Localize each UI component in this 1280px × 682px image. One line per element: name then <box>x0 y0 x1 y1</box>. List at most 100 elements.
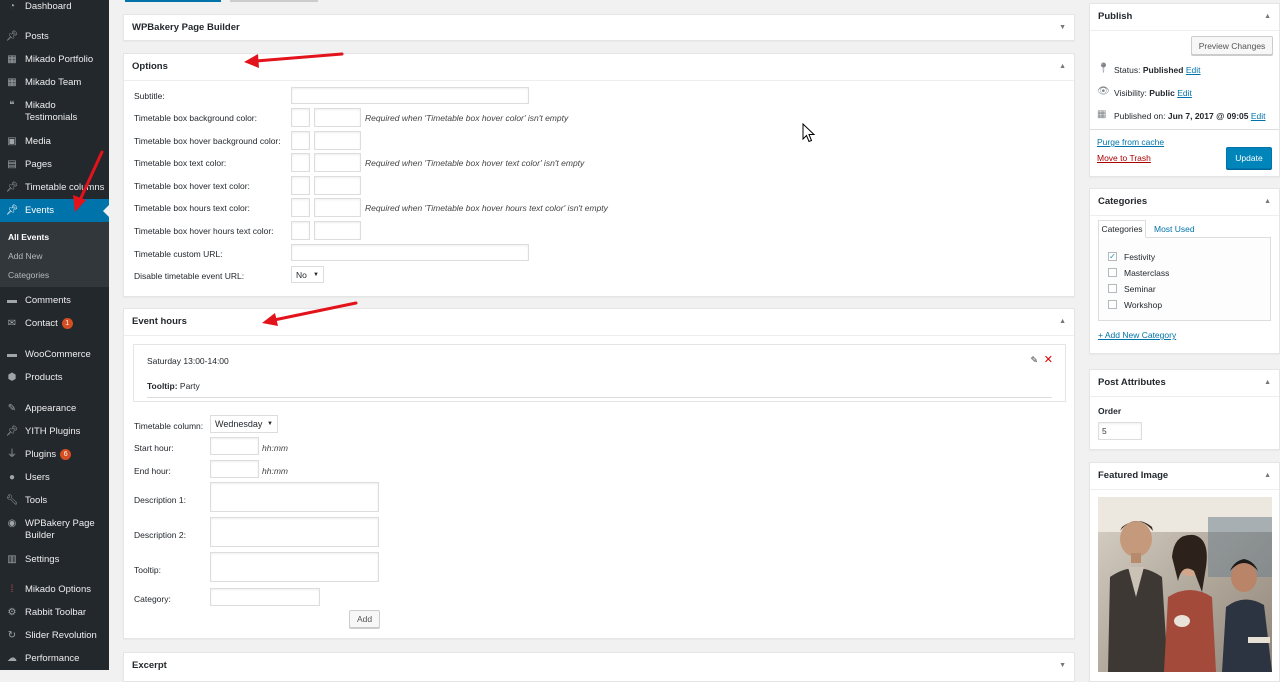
description2-textarea[interactable] <box>210 517 379 547</box>
excerpt-title[interactable]: Excerpt <box>124 653 1074 679</box>
status-label: Status: <box>1114 65 1141 75</box>
bg-color-input[interactable] <box>314 108 361 127</box>
toggle-up-icon[interactable]: ▲ <box>1059 309 1066 335</box>
settings-icon: ▥ <box>7 554 17 565</box>
post-attributes-title[interactable]: Post Attributes <box>1090 370 1279 396</box>
sidebar-item-wpbakery[interactable]: ◉ WPBakery Page Builder <box>0 517 109 543</box>
sidebar-item-performance[interactable]: ☁ Performance <box>0 652 109 666</box>
add-button[interactable]: Add <box>349 610 380 628</box>
toggle-down-icon[interactable]: ▼ <box>1059 15 1066 41</box>
dashboard-icon: ◔ <box>8 0 16 12</box>
sidebar-item-posts[interactable]: 📌︎ Posts <box>0 30 109 44</box>
delete-x-icon[interactable]: ✕ <box>1044 353 1053 366</box>
hours-text-color-swatch[interactable] <box>291 198 310 217</box>
timetable-column-select[interactable]: Wednesday ▼ <box>210 415 278 433</box>
featured-image-title[interactable]: Featured Image <box>1090 463 1279 489</box>
visibility-edit-link[interactable]: Edit <box>1177 88 1192 98</box>
update-button[interactable]: Update <box>1226 147 1272 169</box>
add-new-category-link[interactable]: + Add New Category <box>1098 330 1176 340</box>
text-color-swatch[interactable] <box>291 153 310 172</box>
sidebar-item-rabbit-toolbar[interactable]: ⚙ Rabbit Toolbar <box>0 606 109 620</box>
edit-pencil-icon[interactable]: ✎ <box>1030 355 1038 366</box>
disable-url-select[interactable]: No ▼ <box>291 266 324 283</box>
hover-hours-text-color-input[interactable] <box>314 221 361 240</box>
start-hhmm-hint: hh:mm <box>262 443 288 453</box>
toggle-up-icon[interactable]: ▲ <box>1264 4 1271 30</box>
toggle-up-icon[interactable]: ▲ <box>1264 463 1271 489</box>
sidebar-item-mikado-portfolio[interactable]: ▦ Mikado Portfolio <box>0 53 109 67</box>
hover-bg-color-swatch[interactable] <box>291 131 310 150</box>
description1-textarea[interactable] <box>210 482 379 512</box>
sidebar-item-users[interactable]: ● Users <box>0 471 109 485</box>
hover-bg-color-input[interactable] <box>314 131 361 150</box>
text-color-input[interactable] <box>314 153 361 172</box>
tooltip-label: Tooltip: <box>147 381 178 391</box>
featured-image-thumbnail[interactable] <box>1098 497 1272 672</box>
dropdown-arrow-icon: ▼ <box>313 271 319 278</box>
submenu-categories[interactable]: Categories <box>8 270 49 280</box>
sidebar-item-dashboard[interactable]: ◔ Dashboard <box>0 0 109 13</box>
sidebar-item-media[interactable]: ▣ Media <box>0 135 109 149</box>
publish-title[interactable]: Publish <box>1090 4 1279 30</box>
sidebar-item-slider-revolution[interactable]: ↻ Slider Revolution <box>0 629 109 643</box>
sidebar-item-tools[interactable]: 🔧︎ Tools <box>0 494 109 508</box>
submenu-all-events[interactable]: All Events <box>8 232 49 242</box>
options-box: Options ▲ Subtitle: Timetable box backgr… <box>123 53 1075 297</box>
divider <box>124 335 1074 336</box>
sidebar-item-appearance[interactable]: ✎ Appearance <box>0 402 109 416</box>
categories-title[interactable]: Categories <box>1090 189 1279 215</box>
tab-categories[interactable]: Categories <box>1098 220 1146 238</box>
top-tab-edge <box>230 0 318 2</box>
sidebar-item-mikado-team[interactable]: ▦ Mikado Team <box>0 76 109 90</box>
sidebar-item-yith-plugins[interactable]: 📌︎ YITH Plugins <box>0 425 109 439</box>
sidebar-item-mikado-options[interactable]: ⁞ Mikado Options <box>0 583 109 597</box>
sidebar-item-products[interactable]: ⬢ Products <box>0 371 109 385</box>
custom-url-input[interactable] <box>291 244 529 261</box>
sidebar-item-contact[interactable]: ✉ Contact 1 <box>0 317 109 331</box>
hover-hours-text-color-swatch[interactable] <box>291 221 310 240</box>
plugins-count-badge: 6 <box>60 448 72 460</box>
sidebar-item-comments[interactable]: ▬ Comments <box>0 294 109 308</box>
move-to-trash-link[interactable]: Move to Trash <box>1097 153 1151 163</box>
toggle-up-icon[interactable]: ▲ <box>1264 370 1271 396</box>
wpbakery-title[interactable]: WPBakery Page Builder <box>124 15 1074 41</box>
published-edit-link[interactable]: Edit <box>1251 111 1266 121</box>
hover-text-color-input[interactable] <box>314 176 361 195</box>
status-value: Published <box>1142 65 1184 75</box>
contact-label: Contact <box>25 318 58 329</box>
preview-changes-button[interactable]: Preview Changes <box>1191 36 1273 55</box>
divider <box>1090 396 1279 397</box>
purge-cache-link[interactable]: Purge from cache <box>1097 137 1164 147</box>
bg-color-swatch[interactable] <box>291 108 310 127</box>
toggle-up-icon[interactable]: ▲ <box>1059 54 1066 80</box>
tab-most-used[interactable]: Most Used <box>1154 224 1195 234</box>
start-hour-input[interactable] <box>210 437 259 455</box>
toggle-up-icon[interactable]: ▲ <box>1264 189 1271 215</box>
category-input[interactable] <box>210 588 320 606</box>
hours-text-color-input[interactable] <box>314 198 361 217</box>
bg-color-hint: Required when 'Timetable box hover color… <box>365 113 569 123</box>
custom-url-label: Timetable custom URL: <box>134 249 223 259</box>
sidebar-item-settings[interactable]: ▥ Settings <box>0 553 109 567</box>
sidebar-item-mikado-testimonials[interactable]: ❝ Mikado Testimonials <box>0 99 109 125</box>
plug-icon: ⏚ <box>7 449 17 460</box>
description1-label: Description 1: <box>134 495 186 505</box>
tooltip-field-label: Tooltip: <box>134 565 161 575</box>
wpb-icon: ◉ <box>7 518 17 529</box>
brush-icon: ✎ <box>7 403 17 414</box>
toggle-down-icon[interactable]: ▼ <box>1059 653 1066 679</box>
order-input[interactable] <box>1098 422 1142 440</box>
checkbox-seminar[interactable] <box>1108 284 1117 293</box>
submenu-add-new[interactable]: Add New <box>8 251 43 261</box>
divider <box>1090 489 1279 490</box>
checkbox-festivity[interactable]: ✓ <box>1108 252 1117 261</box>
end-hour-input[interactable] <box>210 460 259 478</box>
checkbox-workshop[interactable] <box>1108 300 1117 309</box>
status-edit-link[interactable]: Edit <box>1186 65 1201 75</box>
tooltip-textarea[interactable] <box>210 552 379 582</box>
hover-text-color-swatch[interactable] <box>291 176 310 195</box>
sidebar-item-plugins[interactable]: ⏚ Plugins 6 <box>0 448 109 462</box>
checkbox-masterclass[interactable] <box>1108 268 1117 277</box>
subtitle-input[interactable] <box>291 87 529 104</box>
sidebar-item-woocommerce[interactable]: ▬ WooCommerce <box>0 348 109 362</box>
